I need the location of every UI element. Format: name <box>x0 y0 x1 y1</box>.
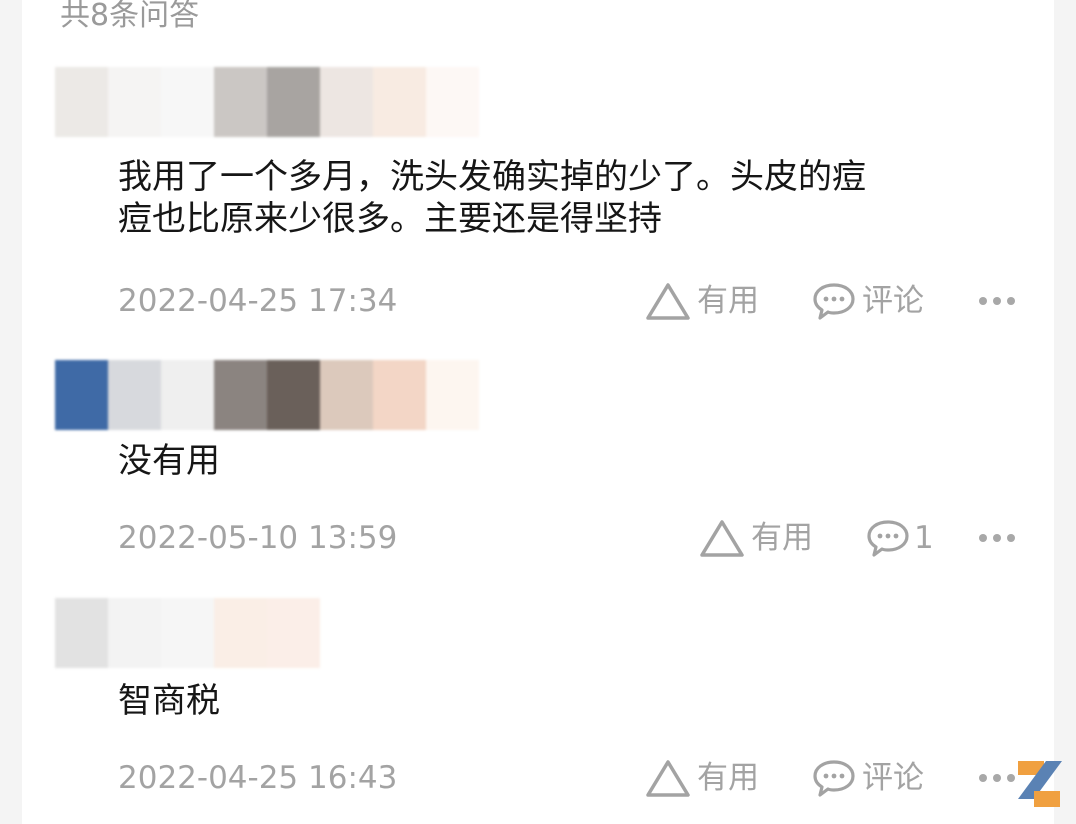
triangle-outline-icon <box>646 283 690 320</box>
blur-block <box>267 598 320 668</box>
more-dots-icon[interactable] <box>979 534 1015 542</box>
comment-label: 评论 <box>862 760 924 796</box>
answer-line: 智商税 <box>118 681 220 721</box>
answer-line: 我用了一个多月，洗头发确实掉的少了。头皮的痘 <box>118 157 866 197</box>
comment-label: 评论 <box>862 283 924 319</box>
blur-block <box>55 598 108 668</box>
comment-button[interactable]: 评论 <box>812 281 924 321</box>
blurred-user-info <box>55 598 320 668</box>
answer-text: 智商税 <box>118 680 220 722</box>
useful-button[interactable]: 有用 <box>699 518 813 558</box>
speech-bubble-icon <box>813 760 855 797</box>
speech-bubble-icon <box>867 520 909 557</box>
answer-timestamp: 2022-04-25 16:43 <box>118 760 398 796</box>
blur-block <box>426 67 479 137</box>
useful-label: 有用 <box>697 283 759 319</box>
blur-block <box>373 67 426 137</box>
answer-timestamp: 2022-04-25 17:34 <box>118 283 398 319</box>
blur-block <box>426 360 479 430</box>
comment-button[interactable]: 评论 <box>812 758 924 798</box>
blur-block <box>161 598 214 668</box>
blur-block <box>161 67 214 137</box>
blur-block <box>267 67 320 137</box>
useful-label: 有用 <box>697 760 759 796</box>
blur-block <box>108 67 161 137</box>
triangle-outline-icon <box>646 760 690 797</box>
blur-block <box>267 360 320 430</box>
comment-button[interactable]: 1 <box>866 518 934 558</box>
answer-text: 没有用 <box>118 440 220 482</box>
useful-button[interactable]: 有用 <box>645 758 759 798</box>
speech-bubble-icon <box>813 283 855 320</box>
answer-count: 共8条问答 <box>60 0 200 33</box>
blurred-user-info <box>55 67 479 137</box>
useful-label: 有用 <box>751 520 813 556</box>
blurred-user-info <box>55 360 479 430</box>
blur-block <box>214 67 267 137</box>
blur-block <box>214 360 267 430</box>
blur-block <box>55 360 108 430</box>
useful-button[interactable]: 有用 <box>645 281 759 321</box>
blur-block <box>320 360 373 430</box>
answer-text: 我用了一个多月，洗头发确实掉的少了。头皮的痘 痘也比原来少很多。主要还是得坚持 <box>118 156 866 240</box>
blur-block <box>214 598 267 668</box>
watermark-logo-icon <box>1018 761 1062 807</box>
answer-line: 没有用 <box>118 441 220 481</box>
blur-block <box>108 598 161 668</box>
blur-block <box>161 360 214 430</box>
more-dots-icon[interactable] <box>979 297 1015 305</box>
blur-block <box>320 67 373 137</box>
comment-count: 1 <box>914 520 934 556</box>
answer-line: 痘也比原来少很多。主要还是得坚持 <box>118 199 662 239</box>
triangle-outline-icon <box>700 520 744 557</box>
blur-block <box>108 360 161 430</box>
answer-timestamp: 2022-05-10 13:59 <box>118 520 398 556</box>
blur-block <box>373 360 426 430</box>
blur-block <box>55 67 108 137</box>
